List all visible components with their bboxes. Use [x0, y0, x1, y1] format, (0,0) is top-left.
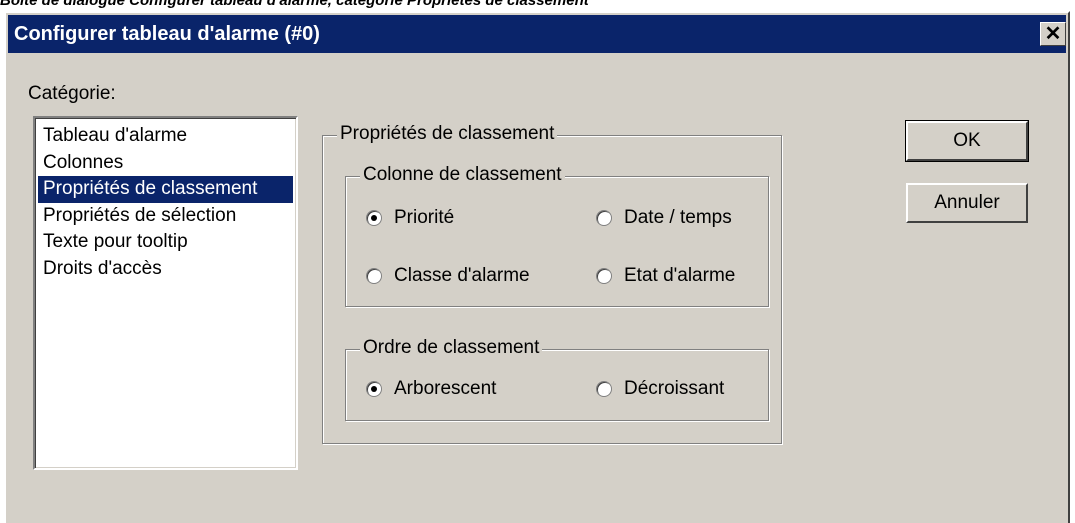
cancel-button[interactable]: Annuler	[906, 183, 1028, 223]
sort-order-group: Ordre de classement Arborescent Décroiss…	[345, 337, 769, 421]
radio-priority[interactable]: Priorité	[366, 207, 454, 229]
category-list[interactable]: Tableau d'alarme Colonnes Propriétés de …	[33, 116, 298, 470]
figure-caption: Boîte de dialogue Configurer tableau d'a…	[0, 0, 589, 9]
configure-alarm-table-dialog: Configurer tableau d'alarme (#0) ✕ Catég…	[4, 11, 1070, 523]
close-icon: ✕	[1044, 23, 1062, 45]
ok-button[interactable]: OK	[905, 120, 1029, 162]
close-button[interactable]: ✕	[1040, 22, 1066, 46]
list-item-selection-properties[interactable]: Propriétés de sélection	[38, 203, 293, 230]
radio-alarm-class-indicator	[366, 268, 382, 284]
radio-descending[interactable]: Décroissant	[596, 378, 724, 400]
radio-alarm-class-label: Classe d'alarme	[394, 265, 530, 286]
radio-date-time-label: Date / temps	[624, 207, 732, 228]
list-item-sort-properties[interactable]: Propriétés de classement	[38, 176, 293, 203]
list-item-alarm-table[interactable]: Tableau d'alarme	[38, 123, 293, 150]
radio-date-time[interactable]: Date / temps	[596, 207, 732, 229]
radio-alarm-state-label: Etat d'alarme	[624, 265, 736, 286]
sort-order-title: Ordre de classement	[360, 337, 543, 359]
radio-ascending-indicator	[366, 381, 382, 397]
radio-descending-indicator	[596, 381, 612, 397]
window-title: Configurer tableau d'alarme (#0)	[14, 23, 320, 45]
radio-ascending-label: Arborescent	[394, 378, 497, 399]
radio-priority-label: Priorité	[394, 207, 455, 228]
list-item-tooltip-text[interactable]: Texte pour tooltip	[38, 229, 293, 256]
list-item-columns[interactable]: Colonnes	[38, 150, 293, 177]
sort-properties-title: Propriétés de classement	[337, 123, 558, 145]
list-item-access-rights[interactable]: Droits d'accès	[38, 256, 293, 283]
radio-ascending[interactable]: Arborescent	[366, 378, 496, 400]
sort-column-group: Colonne de classement Priorité Date / te…	[345, 164, 769, 307]
title-bar[interactable]: Configurer tableau d'alarme (#0) ✕	[8, 15, 1066, 53]
sort-column-title: Colonne de classement	[360, 164, 565, 186]
radio-alarm-state-indicator	[596, 268, 612, 284]
sort-properties-group: Propriétés de classement Colonne de clas…	[322, 123, 782, 444]
category-label: Catégorie:	[28, 83, 116, 104]
radio-date-time-indicator	[596, 210, 612, 226]
radio-descending-label: Décroissant	[624, 378, 725, 399]
radio-alarm-class[interactable]: Classe d'alarme	[366, 265, 530, 287]
radio-alarm-state[interactable]: Etat d'alarme	[596, 265, 735, 287]
radio-priority-indicator	[366, 210, 382, 226]
